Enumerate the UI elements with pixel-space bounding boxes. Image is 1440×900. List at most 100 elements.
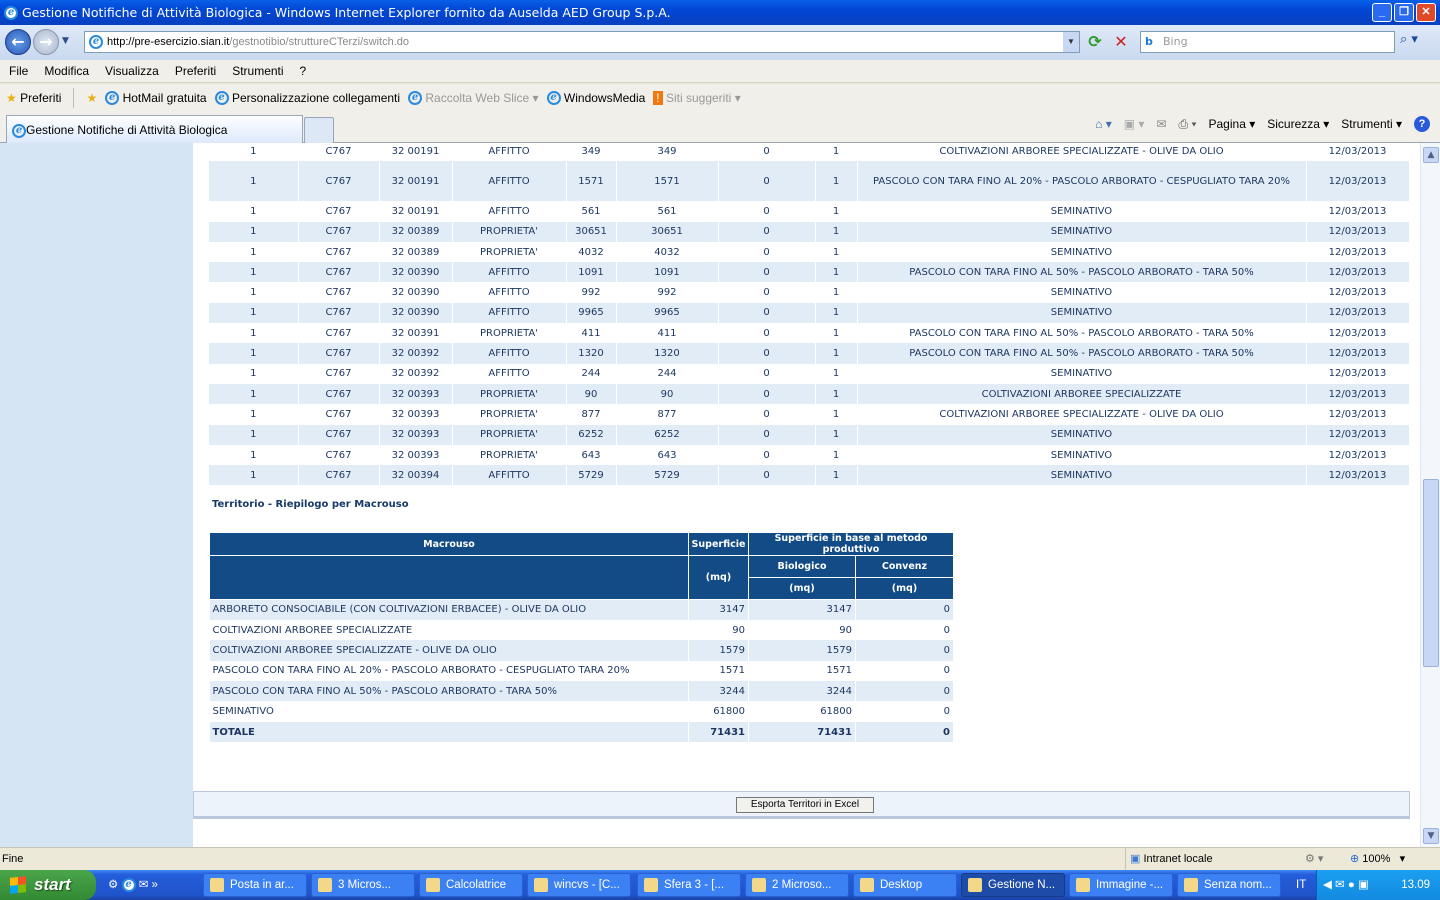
fav-link-web-slice[interactable]: e Raccolta Web Slice ▾ [408, 91, 539, 106]
taskbar-item[interactable]: Immagine -... [1069, 873, 1173, 897]
cell-macrouso: PASCOLO CON TARA FINO AL 50% - PASCOLO A… [857, 343, 1307, 364]
cell-comune: C767 [298, 323, 380, 344]
menu-strumenti-cmd[interactable]: Strumenti ▾ [1341, 117, 1402, 131]
cell-data: 12/03/2013 [1306, 161, 1410, 202]
cell-sup-convenz: 0 [718, 404, 816, 425]
header-convenz: Convenz [855, 555, 954, 578]
menu-help[interactable]: ? [300, 64, 307, 78]
taskbar-item-label: 3 Micros... [338, 879, 392, 891]
total-superficie: 71431 [688, 721, 749, 743]
cell-particella: 32 00393 [379, 444, 453, 466]
scroll-down-button[interactable]: ▼ [1423, 828, 1439, 844]
scroll-up-button[interactable]: ▲ [1423, 147, 1439, 163]
cell-foglio: 1 [209, 262, 299, 283]
windows-logo-icon [10, 876, 26, 894]
taskbar-item[interactable]: Posta in ar... [203, 873, 307, 897]
feeds-icon[interactable]: ▣ ▾ [1124, 117, 1145, 131]
search-button[interactable]: ⌕ ▾ [1400, 32, 1434, 52]
cell-sup-catastale: 1571 [566, 161, 617, 202]
cell-sub: 1 [815, 161, 858, 202]
favorites-bar: ★ Preferiti ★ e HotMail gratuita e Perso… [0, 84, 1440, 112]
fav-link-hotmail[interactable]: e HotMail gratuita [105, 90, 207, 106]
cell-data: 12/03/2013 [1306, 404, 1410, 425]
ie-logo-icon: e [4, 5, 18, 20]
menu-strumenti[interactable]: Strumenti [232, 64, 283, 78]
menu-file[interactable]: File [9, 64, 28, 78]
export-excel-button[interactable]: Esporta Territori in Excel [736, 797, 874, 813]
help-icon[interactable]: ? [1414, 116, 1430, 132]
taskbar-item[interactable]: Desktop [853, 873, 957, 897]
history-dropdown-icon[interactable]: ▼ [62, 36, 69, 46]
close-button[interactable]: ✕ [1416, 3, 1436, 22]
zoom-control[interactable]: ⊕ 100% ▾ [1350, 848, 1405, 870]
cell-sup-convenz: 0 [718, 302, 816, 324]
stop-icon[interactable]: ✕ [1111, 32, 1131, 52]
fav-link-label: HotMail gratuita [122, 90, 207, 105]
mail-icon[interactable]: ✉ [1156, 117, 1166, 131]
taskbar-item[interactable]: Sfera 3 - [... [637, 873, 741, 897]
vertical-scrollbar[interactable]: ▲ ▼ [1420, 143, 1440, 847]
refresh-icon[interactable]: ⟳ [1085, 32, 1105, 52]
address-input[interactable]: e http://pre-esercizio.sian.it/gestnotib… [84, 31, 1080, 53]
taskbar-item[interactable]: Senza nom... [1177, 873, 1281, 897]
app-icon [968, 878, 982, 892]
favorites-button[interactable]: ★ Preferiti [6, 91, 61, 105]
plot-row: 1 C767 32 00394 AFFITTO 5729 5729 0 1 SEMINATIVO… [209, 465, 1410, 486]
cell-macrouso: COLTIVAZIONI ARBOREE SPECIALIZZATE - OLI… [209, 640, 689, 661]
cell-titolo: AFFITTO [452, 282, 567, 303]
minimize-button[interactable]: _ [1372, 3, 1392, 22]
menu-modifica[interactable]: Modifica [44, 64, 89, 78]
cell-sup-convenz: 0 [718, 241, 816, 263]
tab-gestione-notifiche[interactable]: e Gestione Notifiche di Attività Biologic… [6, 115, 303, 143]
menu-pagina[interactable]: Pagina ▾ [1209, 117, 1256, 131]
cell-data: 12/03/2013 [1306, 465, 1410, 486]
cell-particella: 32 00191 [379, 143, 453, 162]
ie-quicklaunch-icon[interactable]: e [121, 877, 136, 892]
plot-row: 1 C767 32 00191 AFFITTO 1571 1571 0 1 PASCOLO CO… [209, 161, 1410, 202]
protected-mode-icon[interactable]: ⚙ ▾ [1305, 848, 1323, 870]
menu-visualizza[interactable]: Visualizza [105, 64, 159, 78]
taskbar-item[interactable]: Gestione N... [961, 873, 1065, 897]
header-macrouso: Macrouso [209, 532, 689, 556]
taskbar-item-label: Gestione N... [988, 879, 1056, 891]
home-icon[interactable]: ⌂ ▾ [1095, 117, 1112, 131]
forward-button[interactable]: → [33, 29, 59, 55]
menu-preferiti[interactable]: Preferiti [175, 64, 216, 78]
cell-sup-catastale: 992 [566, 282, 617, 303]
fav-link-personalizzazione[interactable]: e Personalizzazione collegamenti [214, 91, 400, 106]
taskbar-item[interactable]: 3 Micros... [311, 873, 415, 897]
cell-comune: C767 [298, 424, 380, 445]
address-path: /gestnotibio/struttureCTerzi/switch.do [229, 36, 410, 48]
back-button[interactable]: ← [5, 29, 31, 55]
cell-sup-convenz: 0 [718, 343, 816, 364]
cell-titolo: PROPRIETA' [452, 404, 567, 425]
taskbar-item[interactable]: 2 Microso... [745, 873, 849, 897]
total-label: TOTALE [209, 721, 689, 743]
taskbar-item-label: 2 Microso... [772, 879, 832, 891]
fav-link-windowsmedia[interactable]: e WindowsMedia [546, 91, 645, 106]
taskbar-item-label: Sfera 3 - [... [664, 879, 725, 891]
ie-page-icon: e [214, 91, 229, 106]
scroll-thumb[interactable] [1423, 479, 1439, 667]
taskbar-item[interactable]: Calcolatrice [419, 873, 523, 897]
cell-foglio: 1 [209, 323, 299, 344]
cell-biologico: 1579 [748, 640, 856, 661]
plot-row: 1 C767 32 00392 AFFITTO 244 244 0 1 SEMINATIVO 12… [209, 363, 1410, 384]
cell-comune: C767 [298, 444, 380, 466]
search-input[interactable]: b Bing [1140, 31, 1395, 53]
tray-icons[interactable]: ◀ ✉ ● ▣ [1323, 879, 1369, 891]
new-tab-button[interactable] [304, 117, 334, 143]
status-bar: Fine ▣ Intranet locale ⚙ ▾ ⊕ 100% ▾ [0, 847, 1440, 870]
start-button[interactable]: start [0, 870, 96, 900]
quicklaunch-icons[interactable]: ⚙ e ✉ » [108, 877, 158, 892]
fav-link-siti-suggeriti[interactable]: ! Siti suggeriti ▾ [653, 91, 741, 105]
restore-button[interactable]: ❐ [1394, 3, 1414, 22]
address-dropdown-icon[interactable]: ▼ [1063, 32, 1079, 52]
print-icon[interactable]: ⎙ ▾ [1179, 117, 1197, 132]
address-host: http://pre-esercizio.sian.it [107, 36, 230, 48]
menu-sicurezza[interactable]: Sicurezza ▾ [1267, 117, 1329, 131]
add-favorite-icon[interactable]: ★ [86, 91, 97, 105]
taskbar-item-label: Calcolatrice [446, 879, 507, 891]
taskbar-item[interactable]: wincvs - [C... [527, 873, 631, 897]
language-indicator[interactable]: IT [1296, 870, 1306, 900]
